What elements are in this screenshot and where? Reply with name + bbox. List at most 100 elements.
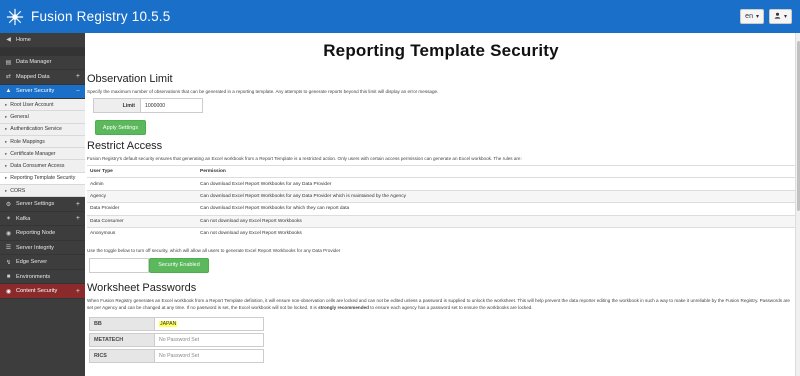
worksheet-passwords-heading: Worksheet Passwords <box>87 281 197 294</box>
user-menu-button[interactable]: ▾ <box>768 9 792 24</box>
expand-plus-icon[interactable]: + <box>76 215 80 222</box>
sidebar-item-mapped-data[interactable]: ⇄ Mapped Data + <box>0 70 85 85</box>
agency-label: RICS <box>89 349 155 364</box>
table-cell-user-type: Agency <box>87 189 197 203</box>
table-header-row: User Type Permission <box>87 164 795 178</box>
sidebar-item-label: Kafka <box>16 215 31 222</box>
table-cell-user-type: Anonymous <box>87 226 197 240</box>
sidebar-item-edge-server[interactable]: ↯ Edge Server <box>0 255 85 270</box>
node-icon: ◉ <box>5 230 12 237</box>
integrity-icon: ☰ <box>5 245 12 252</box>
table-row: Anonymous Can not download any Excel Rep… <box>87 226 795 240</box>
sidebar-item-server-integrity[interactable]: ☰ Server Integrity <box>0 241 85 256</box>
page-title: Reporting Template Security <box>323 41 559 60</box>
sidebar-subitem-general[interactable]: ▸ General <box>0 111 85 124</box>
language-select[interactable]: en ▾ <box>740 9 764 24</box>
table-row: Agency Can download Excel Report Workboo… <box>87 189 795 203</box>
table-cell-permission: Can not download any Excel Report Workbo… <box>197 214 795 228</box>
environments-icon: ■ <box>6 273 11 280</box>
table-cell-permission: Can download Excel Report Workbooks for … <box>197 202 795 216</box>
security-toggle: Security Enabled <box>89 257 795 273</box>
sidebar-subitem-role-mappings[interactable]: ▸ Role Mappings <box>0 135 85 149</box>
sidebar-subitem-authentication-service[interactable]: ▸ Authentication Service <box>0 123 85 136</box>
app-title: Fusion Registry 10.5.5 <box>31 9 171 24</box>
sidebar-item-label: Data Manager <box>16 59 52 66</box>
sidebar-item-environments[interactable]: ■ Environments <box>0 270 85 285</box>
security-enabled-toggle-button[interactable]: Security Enabled <box>149 257 209 273</box>
table-cell-user-type: Data Consumer <box>87 214 197 228</box>
top-navbar: Fusion Registry 10.5.5 en ▾ ▾ <box>0 0 800 33</box>
agency-password-input[interactable]: No Password Set <box>155 333 264 348</box>
sidebar-item-home[interactable]: ◀ Home <box>0 33 85 48</box>
restrict-access-description: Fusion Registry's default security ensur… <box>87 156 522 161</box>
sidebar-item-reporting-node[interactable]: ◉ Reporting Node <box>0 226 85 241</box>
agency-password-row: BB JAPAN <box>89 317 795 332</box>
sidebar-item-server-settings[interactable]: ⚙ Server Settings + <box>0 197 85 212</box>
table-cell-permission: Can download Excel Report Workbooks for … <box>197 189 795 203</box>
agency-password-input[interactable]: JAPAN <box>155 317 264 332</box>
observation-limit-heading: Observation Limit <box>87 73 173 85</box>
security-toggle-off-side[interactable] <box>89 257 149 273</box>
main-content: Reporting Template Security Observation … <box>85 33 795 376</box>
agency-password-row: RICS No Password Set <box>89 349 795 364</box>
expand-plus-icon[interactable]: + <box>76 288 80 295</box>
observation-limit-description: Specify the maximum number of observatio… <box>87 89 439 94</box>
expand-plus-icon[interactable]: + <box>76 73 80 80</box>
collapse-minus-icon[interactable]: − <box>76 88 80 95</box>
agency-label: BB <box>89 317 155 332</box>
apply-settings-button[interactable]: Apply Settings <box>95 120 146 135</box>
permissions-table: User Type Permission Admin Can download … <box>87 164 795 240</box>
sidebar-item-kafka[interactable]: ✶ Kafka + <box>0 212 85 227</box>
security-toggle-note: Use the toggle below to turn off securit… <box>87 247 341 253</box>
column-header-permission: Permission <box>197 164 795 178</box>
sidebar-subitem-certificate-manager[interactable]: ▸ Certificate Manager <box>0 148 85 161</box>
sidebar-subitem-reporting-template-security[interactable]: ▸ Reporting Template Security <box>0 172 85 186</box>
caret-right-icon: ▸ <box>5 150 8 156</box>
caret-right-icon: ▸ <box>5 187 8 193</box>
sidebar-item-label: Server Security <box>16 88 55 95</box>
expand-plus-icon[interactable]: + <box>76 201 80 208</box>
back-arrow-icon: ◀ <box>6 37 11 44</box>
agency-password-row: METATECH No Password Set <box>89 333 795 348</box>
page-scrollbar[interactable] <box>795 33 800 376</box>
sidebar-subitem-cors[interactable]: ▸ CORS <box>0 185 85 198</box>
sidebar-item-label: Environments <box>16 273 51 280</box>
edge-server-icon: ↯ <box>5 259 12 266</box>
sidebar-subitem-label: Certificate Manager <box>10 150 56 157</box>
sidebar-subitem-label: Authentication Service <box>10 126 62 133</box>
worksheet-desc-part2: to ensure each agency has a password set… <box>370 304 533 310</box>
sidebar-item-label: Reporting Node <box>16 230 56 237</box>
worksheet-passwords-description: When Fusion Registry generates an Excel … <box>87 298 793 311</box>
sidebar-item-content-security[interactable]: ◉ Content Security + <box>0 284 85 299</box>
chevron-down-icon: ▾ <box>755 14 759 20</box>
caret-right-icon: ▸ <box>5 163 8 169</box>
table-cell-permission: Can not download any Excel Report Workbo… <box>197 226 795 240</box>
shuffle-icon: ⇄ <box>5 74 12 81</box>
sidebar-item-label: Content Security <box>16 288 58 295</box>
table-row: Data Provider Can download Excel Report … <box>87 202 795 216</box>
sidebar-subitem-label: General <box>10 113 29 120</box>
worksheet-desc-strong: strongly recommended <box>318 304 369 310</box>
sidebar-subitem-label: Root User Account <box>10 101 54 108</box>
caret-right-icon: ▸ <box>5 138 8 144</box>
sidebar-subitem-label: Reporting Template Security <box>10 175 76 182</box>
sidebar-item-server-security[interactable]: ▲ Server Security − <box>0 84 85 99</box>
sidebar-item-label: Edge Server <box>16 259 48 266</box>
caret-right-icon: ▸ <box>5 101 8 107</box>
sidebar: ◀ Home ▤ Data Manager ⇄ Mapped Data + ▲ … <box>0 33 85 376</box>
sidebar-item-data-manager[interactable]: ▤ Data Manager <box>0 56 85 70</box>
limit-field: Limit 1000000 <box>93 98 203 113</box>
gear-icon: ⚙ <box>5 201 12 208</box>
kafka-icon: ✶ <box>5 216 12 223</box>
limit-label: Limit <box>94 99 141 112</box>
agency-label: METATECH <box>89 333 155 348</box>
agency-password-input[interactable]: No Password Set <box>155 349 264 364</box>
table-cell-user-type: Admin <box>87 177 197 191</box>
table-row: Admin Can download Excel Report Workbook… <box>87 177 795 191</box>
sidebar-item-label: Home <box>16 36 31 43</box>
limit-input[interactable]: 1000000 <box>141 99 202 112</box>
user-icon <box>774 12 781 21</box>
sidebar-subitem-root-user-account[interactable]: ▸ Root User Account <box>0 99 85 112</box>
fusion-registry-logo-icon[interactable] <box>6 8 24 26</box>
sidebar-subitem-data-consumer-access[interactable]: ▸ Data Consumer Access <box>0 160 85 173</box>
